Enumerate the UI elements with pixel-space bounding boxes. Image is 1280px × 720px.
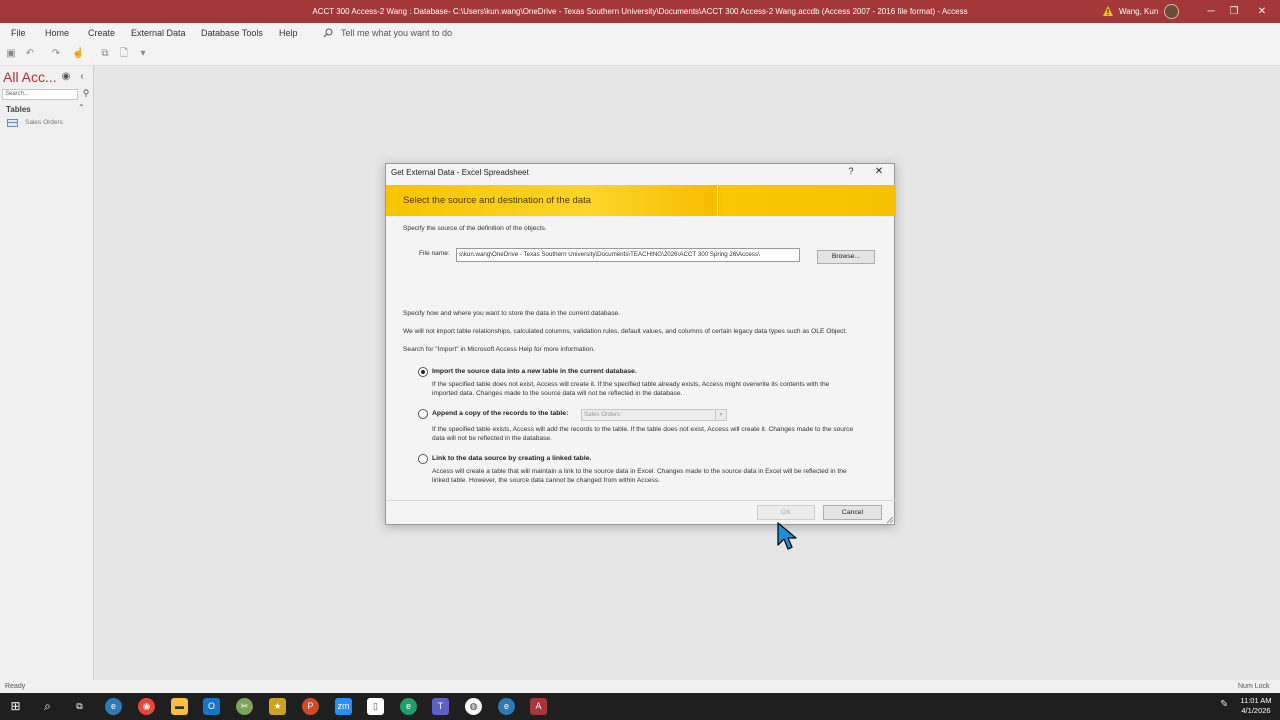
source-intro: Specify the source of the definition of … [403,225,547,232]
zoom-icon[interactable]: zm [335,698,352,715]
snipping-icon[interactable]: ✂ [236,698,253,715]
teams-icon[interactable]: T [432,698,449,715]
collapse-pane-icon[interactable]: ‹ [76,71,88,83]
dialog-banner: Select the source and destination of the… [386,185,896,216]
redo-icon[interactable]: ↷ [50,48,62,60]
append-option-label[interactable]: Append a copy of the records to the tabl… [432,410,568,417]
copy-icon[interactable]: ⧉ [99,48,111,60]
append-table-value: Sales Orders [584,411,621,418]
import-option-desc-2: imported data. Changes made to the sourc… [432,390,683,397]
link-option-label[interactable]: Link to the data source by creating a li… [432,455,591,462]
save-icon[interactable]: ▣ [5,48,17,60]
pen-icon[interactable]: ✎ [1220,699,1228,710]
quick-access-toolbar: ▣ ↶ ↷ ☝ ⧉ 🗋 ▾ [0,44,1280,66]
chrome-icon[interactable]: ◉ [138,698,155,715]
dialog-title: Get External Data - Excel Spreadsheet [391,168,529,177]
close-window-icon[interactable]: ✕ [1250,0,1274,23]
edge-dev-icon[interactable]: e [400,698,417,715]
import-option-label[interactable]: Import the source data into a new table … [432,368,637,375]
chevron-down-icon: ▾ [715,410,726,420]
import-radio[interactable] [418,367,428,377]
outlook-icon[interactable]: O [203,698,220,715]
link-radio[interactable] [418,454,428,464]
dialog-footer-divider [386,500,896,501]
tab-external-data[interactable]: External Data [131,23,186,43]
warning-icon[interactable] [1102,5,1114,17]
append-option-desc-2: data will not be reflected in the databa… [432,435,552,442]
touch-mode-icon[interactable]: ☝ [72,48,84,60]
close-dialog-button[interactable]: ✕ [873,166,885,180]
help-hint: Search for "Import" in Microsoft Access … [403,346,595,353]
new-document-icon[interactable]: 🗋 [118,48,130,60]
nav-search-input[interactable]: Search... [2,89,78,100]
ribbon-tabs: File Home Create External Data Database … [0,23,1280,44]
nav-item-sales-orders[interactable]: Sales Orders [7,118,91,129]
tell-me-input[interactable]: Tell me what you want to do [341,23,452,43]
search-icon[interactable]: ⌕ [39,698,56,715]
nav-item-label: Sales Orders [25,119,63,126]
tab-create[interactable]: Create [88,23,115,43]
table-icon [7,119,18,127]
nav-menu-icon[interactable]: ◉ [60,71,72,83]
restore-icon[interactable]: ❐ [1222,0,1246,23]
browse-button[interactable]: Browse... [817,250,875,264]
undo-icon[interactable]: ↶ [24,48,36,60]
search-icon [323,28,333,38]
search-icon[interactable]: ⚲ [80,88,92,100]
ok-button[interactable]: OK [757,505,815,520]
app-icon[interactable]: ◍ [465,698,482,715]
append-table-select[interactable]: Sales Orders ▾ [581,409,727,421]
link-option-desc-2: linked table. However, the source data c… [432,477,660,484]
file-name-input[interactable]: s\kun.wang\OneDrive - Texas Southern Uni… [456,248,800,262]
navigation-pane: All Acc... ◉ ‹ Search... ⚲ Tables ⌃ Sale… [0,66,94,680]
resize-grip-icon[interactable] [886,516,894,524]
document-icon[interactable]: ▯ [367,698,384,715]
destination-intro: Specify how and where you want to store … [403,310,620,317]
window-title: ACCT 300 Access-2 Wang : Database- C:\Us… [312,7,968,16]
edge-beta-icon[interactable]: e [498,698,515,715]
minimize-icon[interactable]: ─ [1199,0,1223,23]
edge-icon[interactable]: e [105,698,122,715]
avatar[interactable] [1164,4,1179,19]
import-warning: We will not import table relationships, … [403,328,848,335]
tab-home[interactable]: Home [45,23,69,43]
windows-start-icon[interactable]: ⊞ [7,698,24,715]
customize-toolbar-icon[interactable]: ▾ [137,48,149,60]
tab-help[interactable]: Help [279,23,298,43]
chevron-up-icon[interactable]: ⌃ [78,103,85,112]
nav-group-tables[interactable]: Tables [6,105,31,114]
cancel-button[interactable]: Cancel [823,505,882,520]
task-view-icon[interactable]: ⧉ [71,698,88,715]
clock[interactable]: 11:01 AM 4/1/2026 [1236,696,1276,716]
banner-title: Select the source and destination of the… [403,195,592,206]
clock-time: 11:01 AM [1240,696,1272,705]
status-text: Ready [5,683,26,690]
user-name[interactable]: Wang, Kun [1119,0,1158,23]
help-button[interactable]: ? [845,166,857,180]
status-bar: Ready Num Lock [0,680,1280,693]
num-lock-indicator: Num Lock [1238,683,1270,690]
file-name-label: File name: [419,250,450,257]
mouse-cursor-icon [777,522,797,550]
tab-file[interactable]: File [11,23,26,43]
append-radio[interactable] [418,409,428,419]
get-external-data-dialog: Get External Data - Excel Spreadsheet ? … [385,163,896,525]
nav-pane-header[interactable]: All Acc... [3,69,57,85]
taskbar: ⊞ ⌕ ⧉ e ◉ ▬ O ✂ ★ P zm ▯ e T ◍ e A ✎ 11:… [0,693,1280,720]
tab-database-tools[interactable]: Database Tools [201,23,263,43]
star-app-icon[interactable]: ★ [269,698,286,715]
title-bar: ACCT 300 Access-2 Wang : Database- C:\Us… [0,0,1280,23]
access-icon[interactable]: A [530,698,547,715]
clock-date: 4/1/2026 [1241,706,1271,715]
file-explorer-icon[interactable]: ▬ [171,698,188,715]
powerpoint-icon[interactable]: P [302,698,319,715]
